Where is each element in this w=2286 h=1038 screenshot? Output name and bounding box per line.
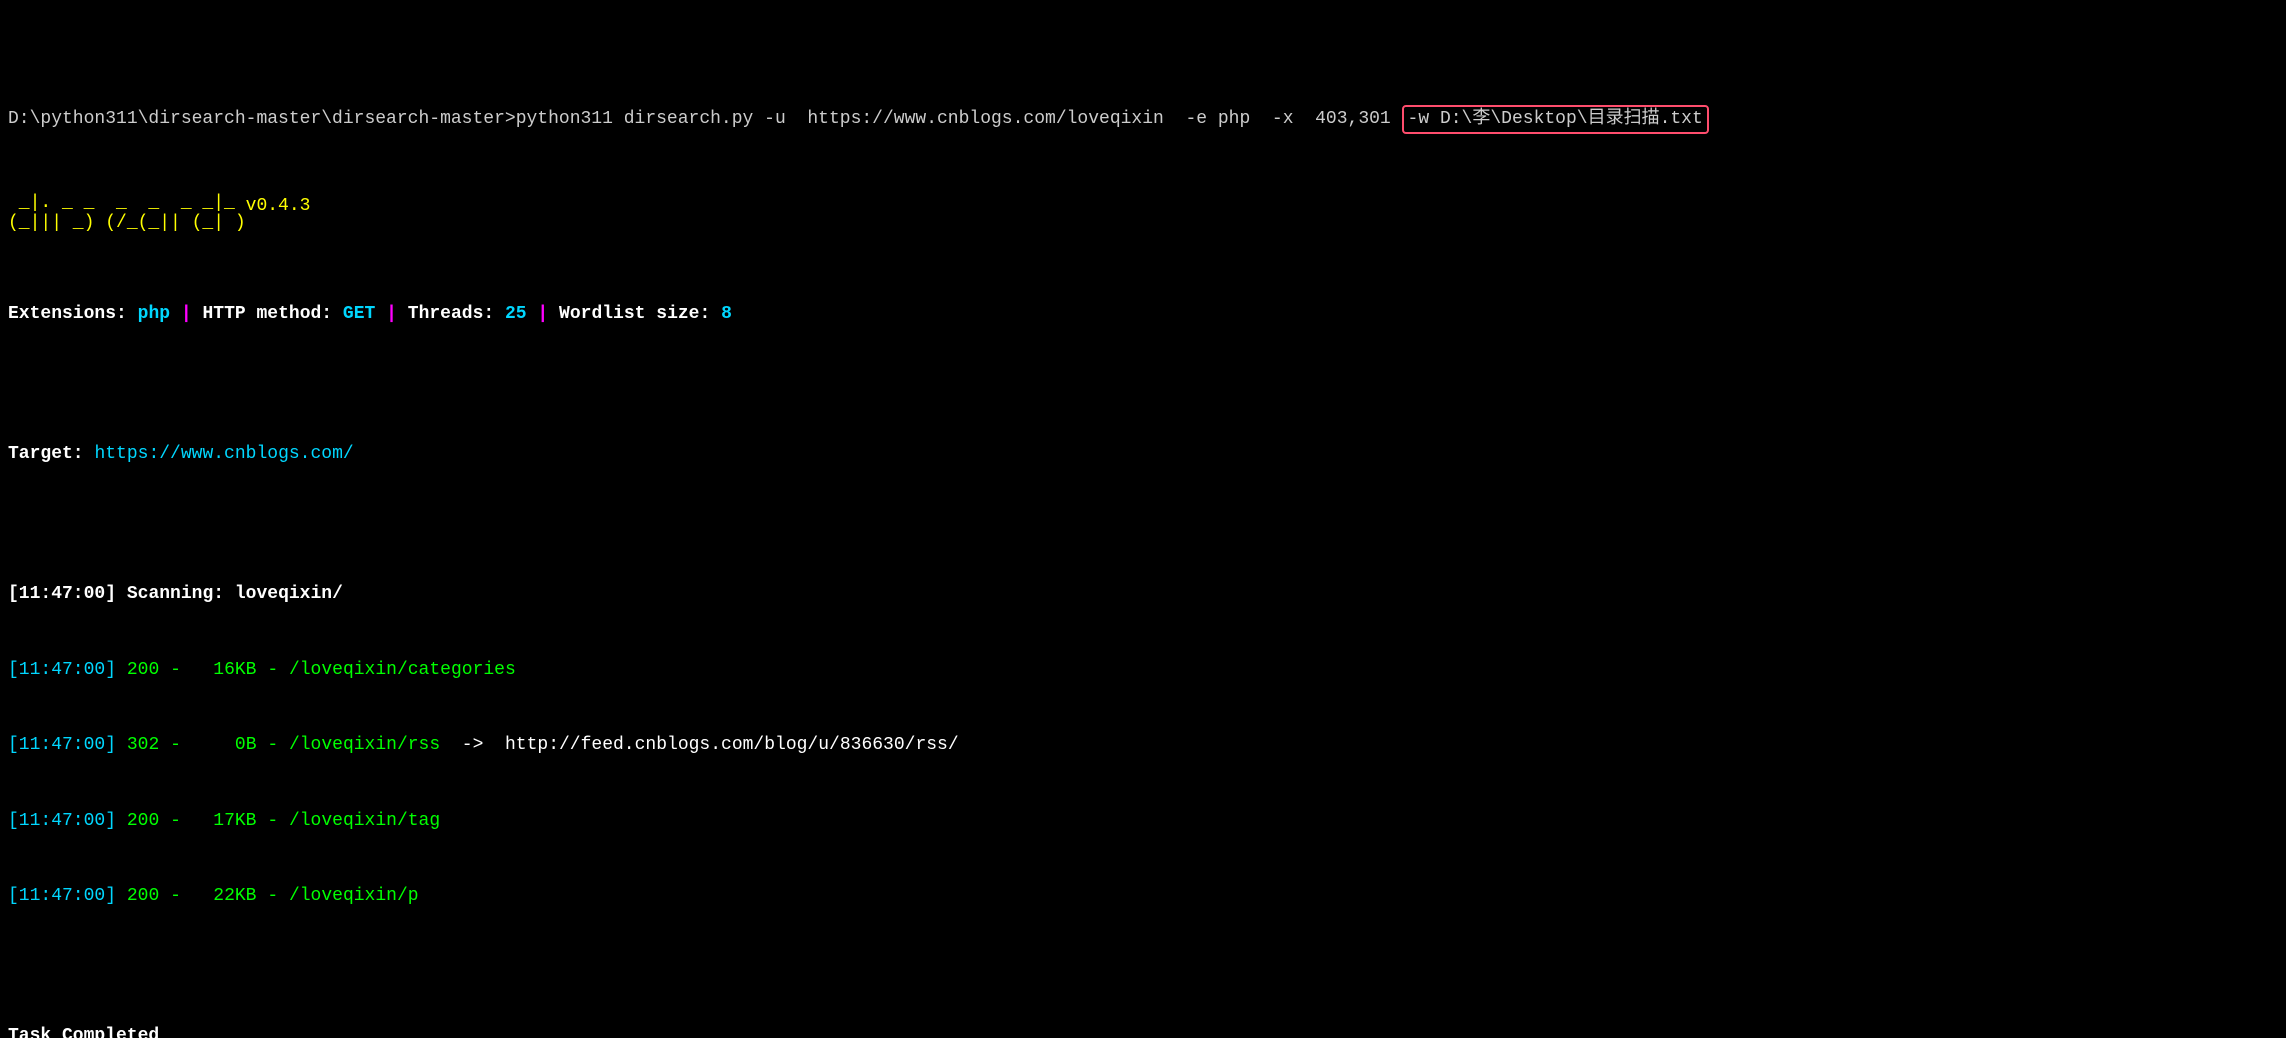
result-size: 22KB: [213, 886, 256, 906]
result-size: 17KB: [213, 811, 256, 831]
command-line: D:\python311\dirsearch-master\dirsearch-…: [8, 105, 2278, 134]
result-status: 200: [127, 886, 159, 906]
result-path: /loveqixin/tag: [289, 811, 440, 831]
result-size: 0B: [235, 735, 257, 755]
wordlist-highlight: -w D:\李\Desktop\目录扫描.txt: [1402, 105, 1709, 134]
flag-x: -x: [1272, 109, 1294, 129]
result-timestamp: [11:47:00]: [8, 811, 116, 831]
result-timestamp: [11:47:00]: [8, 735, 116, 755]
wordlist-label: Wordlist size:: [559, 304, 710, 324]
redirect-url: http://feed.cnblogs.com/blog/u/836630/rs…: [505, 735, 959, 755]
target-url: https://www.cnblogs.com/: [94, 444, 353, 464]
extensions-value: php: [138, 304, 170, 324]
separator-icon: |: [181, 304, 192, 324]
wordlist-arg: -w D:\李\Desktop\目录扫描.txt: [1408, 109, 1703, 129]
threads-label: Threads:: [408, 304, 494, 324]
cmd-url: https://www.cnblogs.com/loveqixin: [807, 109, 1163, 129]
dash: -: [170, 735, 181, 755]
scanning-label: Scanning:: [127, 584, 224, 604]
dash: -: [267, 811, 278, 831]
dash: -: [170, 811, 181, 831]
result-timestamp: [11:47:00]: [8, 886, 116, 906]
result-status: 200: [127, 811, 159, 831]
dash: -: [267, 735, 278, 755]
ascii-art: _|. _ _ _ _ _ _|_ (_||| _) (/_(_|| (_| ): [8, 194, 246, 234]
dash: -: [170, 886, 181, 906]
dash: -: [267, 660, 278, 680]
wordlist-value: 8: [721, 304, 732, 324]
cmd-script: dirsearch.py: [624, 109, 754, 129]
scanning-line: [11:47:00] Scanning: loveqixin/: [8, 582, 2278, 607]
version: v0.4.3: [246, 194, 311, 219]
target-label: Target:: [8, 444, 84, 464]
cmd-executable: python311: [516, 109, 613, 129]
result-status: 302: [127, 735, 159, 755]
cmd-codes: 403,301: [1315, 109, 1391, 129]
separator-icon: |: [537, 304, 548, 324]
result-size: 16KB: [213, 660, 256, 680]
scan-timestamp: [11:47:00]: [8, 584, 116, 604]
task-completed: Task Completed: [8, 1024, 2278, 1038]
result-row: [11:47:00] 200 - 16KB - /loveqixin/categ…: [8, 658, 2278, 683]
http-method-label: HTTP method:: [202, 304, 332, 324]
cmd-ext: php: [1218, 109, 1250, 129]
flag-e: -e: [1185, 109, 1207, 129]
scanning-path: loveqixin/: [235, 584, 343, 604]
redirect-arrow: ->: [440, 735, 505, 755]
result-path: /loveqixin/categories: [289, 660, 516, 680]
result-row: [11:47:00] 200 - 22KB - /loveqixin/p: [8, 884, 2278, 909]
result-row: [11:47:00] 200 - 17KB - /loveqixin/tag: [8, 809, 2278, 834]
threads-value: 25: [505, 304, 527, 324]
result-row: [11:47:00] 302 - 0B - /loveqixin/rss -> …: [8, 733, 2278, 758]
flag-u: -u: [764, 109, 786, 129]
result-timestamp: [11:47:00]: [8, 660, 116, 680]
separator-icon: |: [386, 304, 397, 324]
dash: -: [170, 660, 181, 680]
extensions-label: Extensions:: [8, 304, 127, 324]
banner: _|. _ _ _ _ _ _|_ (_||| _) (/_(_|| (_| )…: [8, 194, 2278, 234]
target-line: Target: https://www.cnblogs.com/: [8, 442, 2278, 467]
config-line: Extensions: php | HTTP method: GET | Thr…: [8, 302, 2278, 327]
dash: -: [267, 886, 278, 906]
result-status: 200: [127, 660, 159, 680]
prompt-path: D:\python311\dirsearch-master\dirsearch-…: [8, 109, 516, 129]
result-path: /loveqixin/p: [289, 886, 419, 906]
http-method-value: GET: [343, 304, 375, 324]
result-path: /loveqixin/rss: [289, 735, 440, 755]
